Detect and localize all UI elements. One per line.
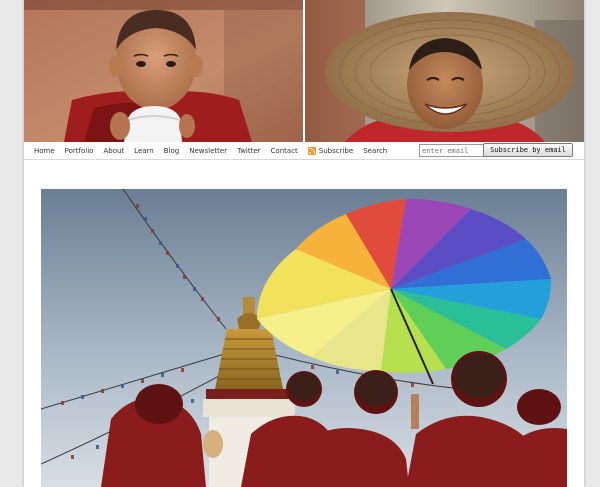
header-photo-smiling-woman <box>305 0 584 142</box>
rss-icon <box>307 147 316 155</box>
featured-photo-monks-umbrella <box>41 189 567 487</box>
email-input[interactable] <box>419 144 484 157</box>
nav-item-newsletter[interactable]: Newsletter <box>189 145 227 157</box>
header-photo-young-monk <box>24 0 303 142</box>
nav-divider <box>24 159 584 160</box>
nav-item-learn[interactable]: Learn <box>134 145 154 157</box>
nav-item-blog[interactable]: Blog <box>164 145 179 157</box>
nav-item-twitter[interactable]: Twitter <box>237 145 260 157</box>
nav-item-search[interactable]: Search <box>363 145 387 157</box>
nav-item-about[interactable]: About <box>103 145 124 157</box>
subscribe-by-email-button[interactable]: Subscribe by email <box>483 143 573 157</box>
header-photo-strip <box>24 0 584 142</box>
nav-item-home[interactable]: Home <box>34 145 55 157</box>
nav-item-portfolio[interactable]: Portfolio <box>65 145 94 157</box>
nav-item-contact[interactable]: Contact <box>271 145 298 157</box>
page-container: Home Portfolio About Learn Blog Newslett… <box>24 0 584 487</box>
nav-item-subscribe-label: Subscribe <box>318 147 354 155</box>
nav-item-subscribe[interactable]: Subscribe <box>307 145 354 157</box>
nav-menu: Home Portfolio About Learn Blog Newslett… <box>34 145 397 157</box>
